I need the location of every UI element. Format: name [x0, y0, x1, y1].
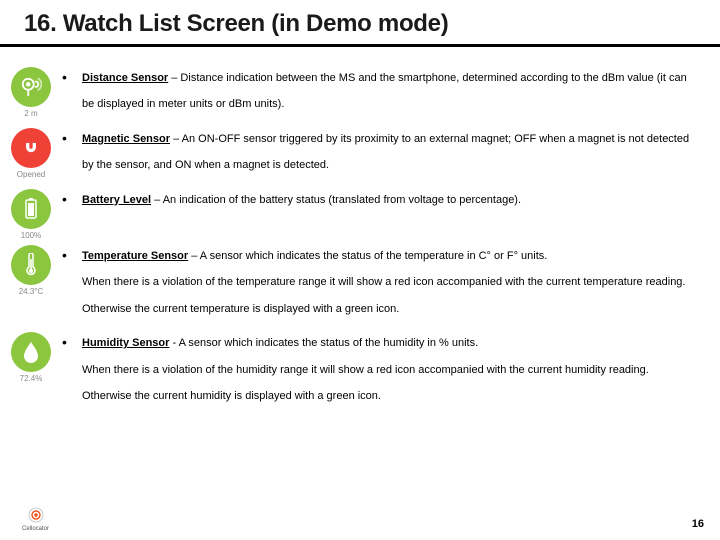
- term: Distance Sensor: [82, 72, 168, 84]
- icon-column: 72.4%: [0, 330, 62, 383]
- icon-caption: Opened: [17, 170, 45, 179]
- magnet-icon: [11, 128, 51, 168]
- desc: – An ON-OFF sensor triggered by its prox…: [82, 133, 689, 171]
- list-item: 72.4% • Humidity Sensor - A sensor which…: [0, 330, 692, 417]
- icon-column: 100%: [0, 187, 62, 240]
- humidity-icon: [11, 332, 51, 372]
- icon-column: 24.3°C: [0, 243, 62, 296]
- list-item: Opened • Magnetic Sensor – An ON-OFF sen…: [0, 126, 692, 187]
- brand-logo: Cellocator: [22, 507, 49, 532]
- item-text: Humidity Sensor - A sensor which indicat…: [82, 330, 692, 417]
- extra: When there is a violation of the humidit…: [82, 364, 649, 402]
- item-text: Temperature Sensor – A sensor which indi…: [82, 243, 692, 330]
- term: Magnetic Sensor: [82, 133, 170, 145]
- bullet: •: [62, 243, 82, 264]
- bullet: •: [62, 126, 82, 147]
- icon-caption: 100%: [21, 231, 41, 240]
- list-item: 2 m • Distance Sensor – Distance indicat…: [0, 65, 692, 126]
- bullet: •: [62, 330, 82, 351]
- icon-caption: 2 m: [24, 109, 37, 118]
- item-text: Battery Level – An indication of the bat…: [82, 187, 692, 243]
- icon-column: 2 m: [0, 65, 62, 118]
- battery-icon: [11, 189, 51, 229]
- page-number: 16: [692, 518, 704, 530]
- desc: - A sensor which indicates the status of…: [169, 337, 478, 349]
- desc: – Distance indication between the MS and…: [82, 72, 687, 110]
- desc: – A sensor which indicates the status of…: [188, 250, 547, 262]
- term: Humidity Sensor: [82, 337, 169, 349]
- logo-text: Cellocator: [22, 526, 49, 532]
- term: Temperature Sensor: [82, 250, 188, 262]
- list-item: 24.3°C • Temperature Sensor – A sensor w…: [0, 243, 692, 330]
- extra: When there is a violation of the tempera…: [82, 276, 686, 314]
- item-text: Magnetic Sensor – An ON-OFF sensor trigg…: [82, 126, 692, 187]
- icon-caption: 24.3°C: [19, 287, 44, 296]
- item-text: Distance Sensor – Distance indication be…: [82, 65, 692, 126]
- content-area: 2 m • Distance Sensor – Distance indicat…: [0, 47, 720, 417]
- list-item: 100% • Battery Level – An indication of …: [0, 187, 692, 243]
- desc: – An indication of the battery status (t…: [151, 194, 521, 206]
- temperature-icon: [11, 245, 51, 285]
- bullet: •: [62, 65, 82, 86]
- icon-caption: 72.4%: [20, 374, 43, 383]
- page-title: 16. Watch List Screen (in Demo mode): [24, 10, 720, 38]
- distance-icon: [11, 67, 51, 107]
- icon-column: Opened: [0, 126, 62, 179]
- term: Battery Level: [82, 194, 151, 206]
- title-bar: 16. Watch List Screen (in Demo mode): [0, 0, 720, 47]
- bullet: •: [62, 187, 82, 208]
